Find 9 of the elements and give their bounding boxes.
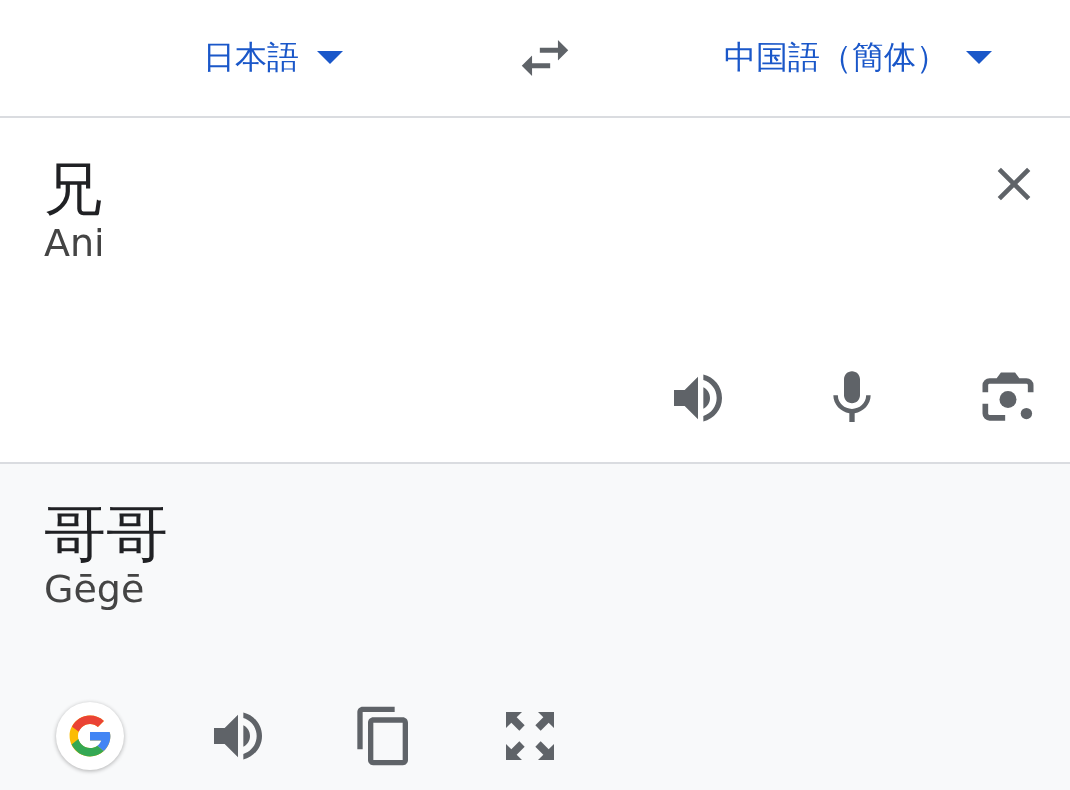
romanization-text: Ani [44,222,105,265]
logo-icon[interactable] [56,702,124,770]
input-text[interactable]: 兄 [44,156,105,223]
romanization-text: Gēgē [44,568,146,612]
dropdown-icon [316,51,343,65]
target-language-button[interactable]: 中国語（簡体） [713,30,1002,86]
source-language-button[interactable]: 日本語 [192,30,353,86]
dropdown-icon [965,51,992,65]
translated-text: 哥哥 [44,500,169,569]
